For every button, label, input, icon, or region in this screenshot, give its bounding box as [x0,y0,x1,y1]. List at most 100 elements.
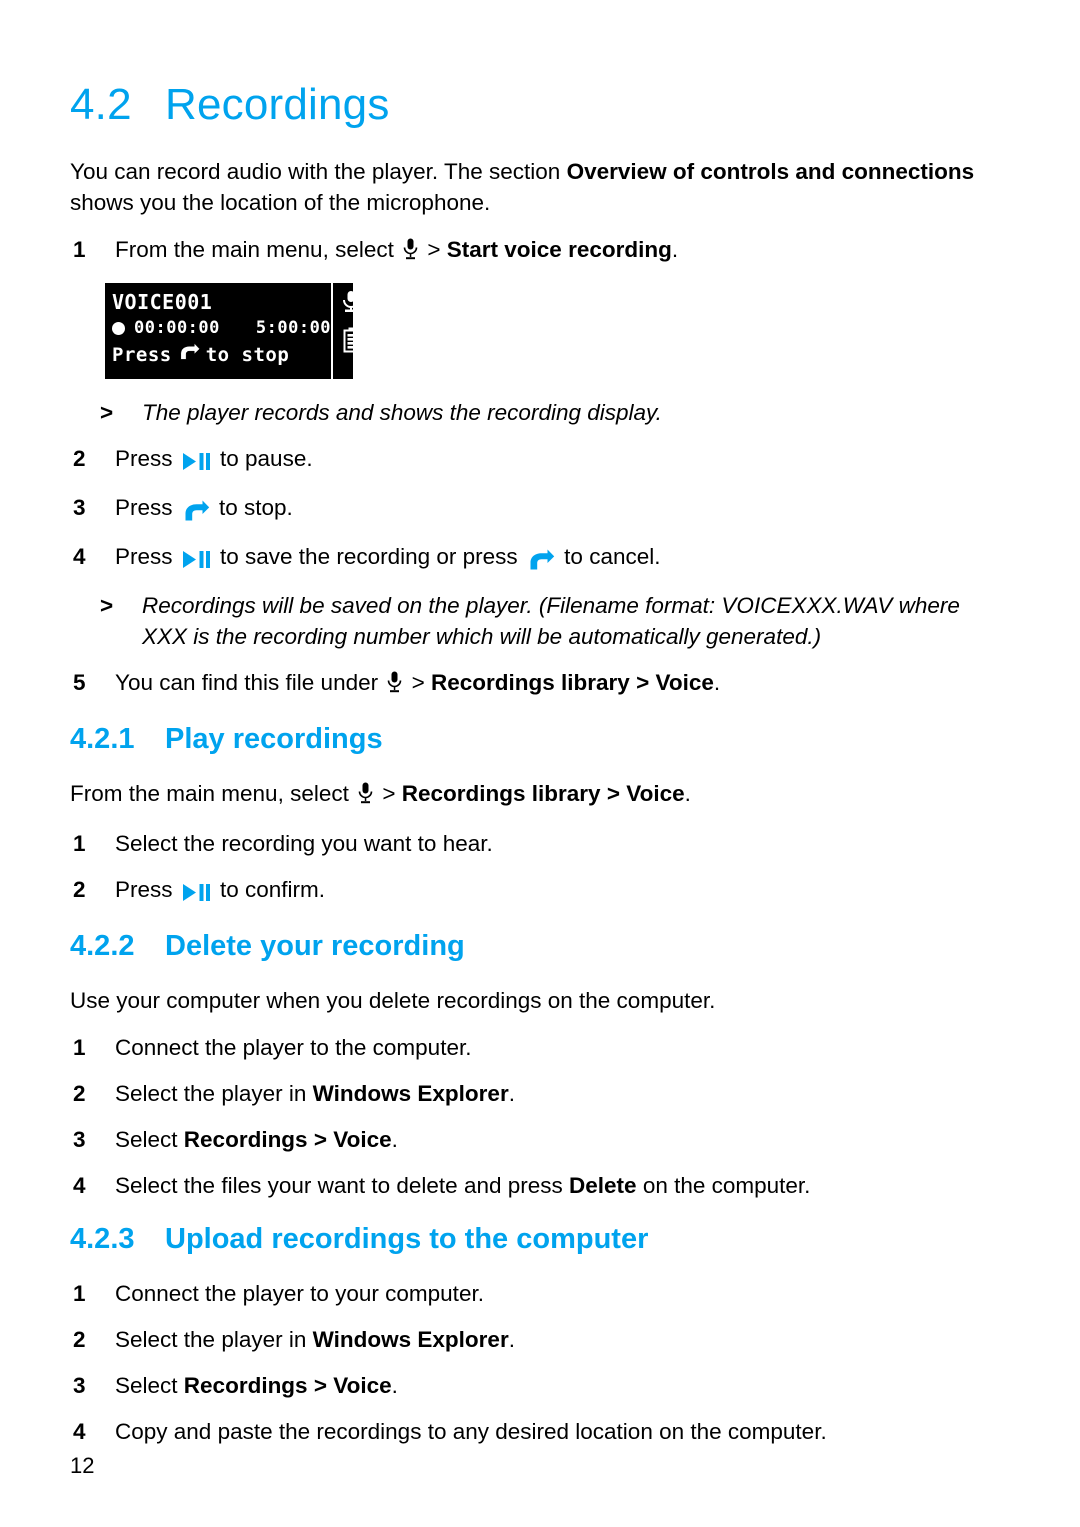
step-text-post: to stop. [212,495,293,520]
step-text: Connect the player to your computer. [115,1281,484,1306]
step-text-pre: You can find this file under [115,670,385,695]
subsection-heading-play-recordings: 4.2.1 Play recordings [70,723,1010,756]
subsection-title: Upload recordings to the computer [165,1223,649,1255]
step-text-pre: Select [115,1127,184,1152]
section-number: 4.2 [70,80,132,129]
step-delete-3: 3 Select Recordings > Voice. [70,1124,1010,1155]
step-text-bold-separator: > [629,670,656,695]
intro-bold2: Voice [626,781,685,806]
step-text-bold2: Voice [655,670,714,695]
step-text-post: to cancel. [557,544,661,569]
lcd-status-icons [331,283,369,379]
step-text-pre: Press [115,446,179,471]
step-text-bold2: Voice [333,1373,392,1398]
step-text-post: on the computer. [636,1173,811,1198]
intro-bold: Recordings library [401,781,601,806]
lcd-file-title: VOICE001 [112,290,213,314]
step-delete-2: 2 Select the player in Windows Explorer. [70,1078,1010,1109]
step-index: 2 [73,877,86,902]
section-title: Recordings [165,80,390,129]
step-record-1: 1 From the main menu, select > Start voi… [70,234,1010,268]
step-text-pre: Press [115,544,179,569]
step-text-bold: Recordings [183,1373,308,1398]
step-record-5: 5 You can find this file under > Recordi… [70,667,1010,701]
step-index: 3 [73,495,86,520]
step-text-bold: Windows Explorer [312,1327,509,1352]
lcd-elapsed-time: 00:00:00 [134,318,220,338]
step-text-post: to confirm. [213,877,326,902]
step-index: 2 [73,446,86,471]
page-title: 4.2 Recordings [70,80,1010,130]
step-text: Select the recording you want to hear. [115,831,493,856]
step-text: Select the player in Windows Explorer. [115,1078,1010,1109]
back-arrow-icon [182,495,210,526]
step-text-post: . [671,237,679,262]
step-text-post: to pause. [213,446,313,471]
step-text: Press to save the recording or press to … [115,541,1010,575]
back-arrow-icon [527,544,555,575]
step-upload-2: 2 Select the player in Windows Explorer. [70,1324,1010,1355]
subsection-number: 4.2.1 [70,723,135,755]
microphone-icon [358,781,373,812]
microphone-icon [341,290,361,319]
step-text-post: . [391,1127,398,1152]
play-pause-icon [182,877,211,908]
document-page: 4.2 Recordings You can record audio with… [0,0,1080,1527]
intro-bold-separator: > [600,781,627,806]
step-text: Select the files your want to delete and… [115,1170,1010,1201]
step-text-post: . [713,670,721,695]
step-text-pre: Select [115,1373,184,1398]
step-text-bold: Start voice recording [446,237,672,262]
recording-display-screenshot: VOICE001 00:00:00 5:00:00 Press to stop [105,283,360,379]
step-text: Press to confirm. [115,874,1010,908]
step-play-1: 1 Select the recording you want to hear. [70,828,1010,859]
step-text: Press to pause. [115,443,1010,477]
step-text-pre: Press [115,877,179,902]
intro-pre: From the main menu, select [70,781,356,806]
step-index: 1 [73,237,86,262]
step-text-bold2: Voice [333,1127,392,1152]
intro-post: . [684,781,691,806]
delete-recording-intro: Use your computer when you delete record… [70,988,716,1013]
intro-mid: > [376,781,402,806]
step-text-pre: Press [115,495,179,520]
back-arrow-icon [177,342,201,367]
step-index: 4 [73,1419,86,1444]
play-recordings-intro: From the main menu, select > Recordings … [70,778,1000,812]
step-text-pre: Select the player in [115,1327,313,1352]
note-text: Recordings will be saved on the player. … [142,593,960,649]
step-text: From the main menu, select > Start voice… [115,234,1010,268]
step-text: You can find this file under > Recording… [115,667,1010,701]
step-index: 3 [73,1127,86,1152]
step-text-mid: > [421,237,447,262]
step-index: 1 [73,1035,86,1060]
note-text: The player records and shows the recordi… [142,400,662,425]
note-bullet: > [100,593,114,618]
note-bullet: > [100,400,114,425]
step-text-bold: Delete [569,1173,637,1198]
step-delete-1: 1 Connect the player to the computer. [70,1032,1010,1063]
step-delete-4: 4 Select the files your want to delete a… [70,1170,1010,1201]
step-text-bold: Recordings [183,1127,308,1152]
subsection-number: 4.2.3 [70,1223,135,1255]
step-index: 1 [73,1281,86,1306]
lcd-time-row: 00:00:00 5:00:00 [112,317,331,340]
step-record-4: 4 Press to save the recording or press t… [70,541,1010,575]
step-text-bold-separator: > [307,1127,334,1152]
lcd-hint-pre: Press [112,344,172,366]
step-index: 3 [73,1373,86,1398]
step-index: 2 [73,1327,86,1352]
subsection-title: Play recordings [165,723,383,755]
play-pause-icon [182,446,211,477]
step-text: Select the player in Windows Explorer. [115,1324,1010,1355]
step-index: 2 [73,1081,86,1106]
lcd-remaining-time: 5:00:00 [255,318,332,338]
step-upload-1: 1 Connect the player to your computer. [70,1278,1010,1309]
step-index: 1 [73,831,86,856]
lcd-hint-row: Press to stop [112,342,331,367]
record-dot-icon [112,322,125,335]
play-pause-icon [182,544,211,575]
step-text-pre: Select the files your want to delete and… [115,1173,570,1198]
subsection-heading-upload-recordings: 4.2.3 Upload recordings to the computer [70,1223,1010,1256]
subsection-heading-delete-recording: 4.2.2 Delete your recording [70,930,1010,963]
